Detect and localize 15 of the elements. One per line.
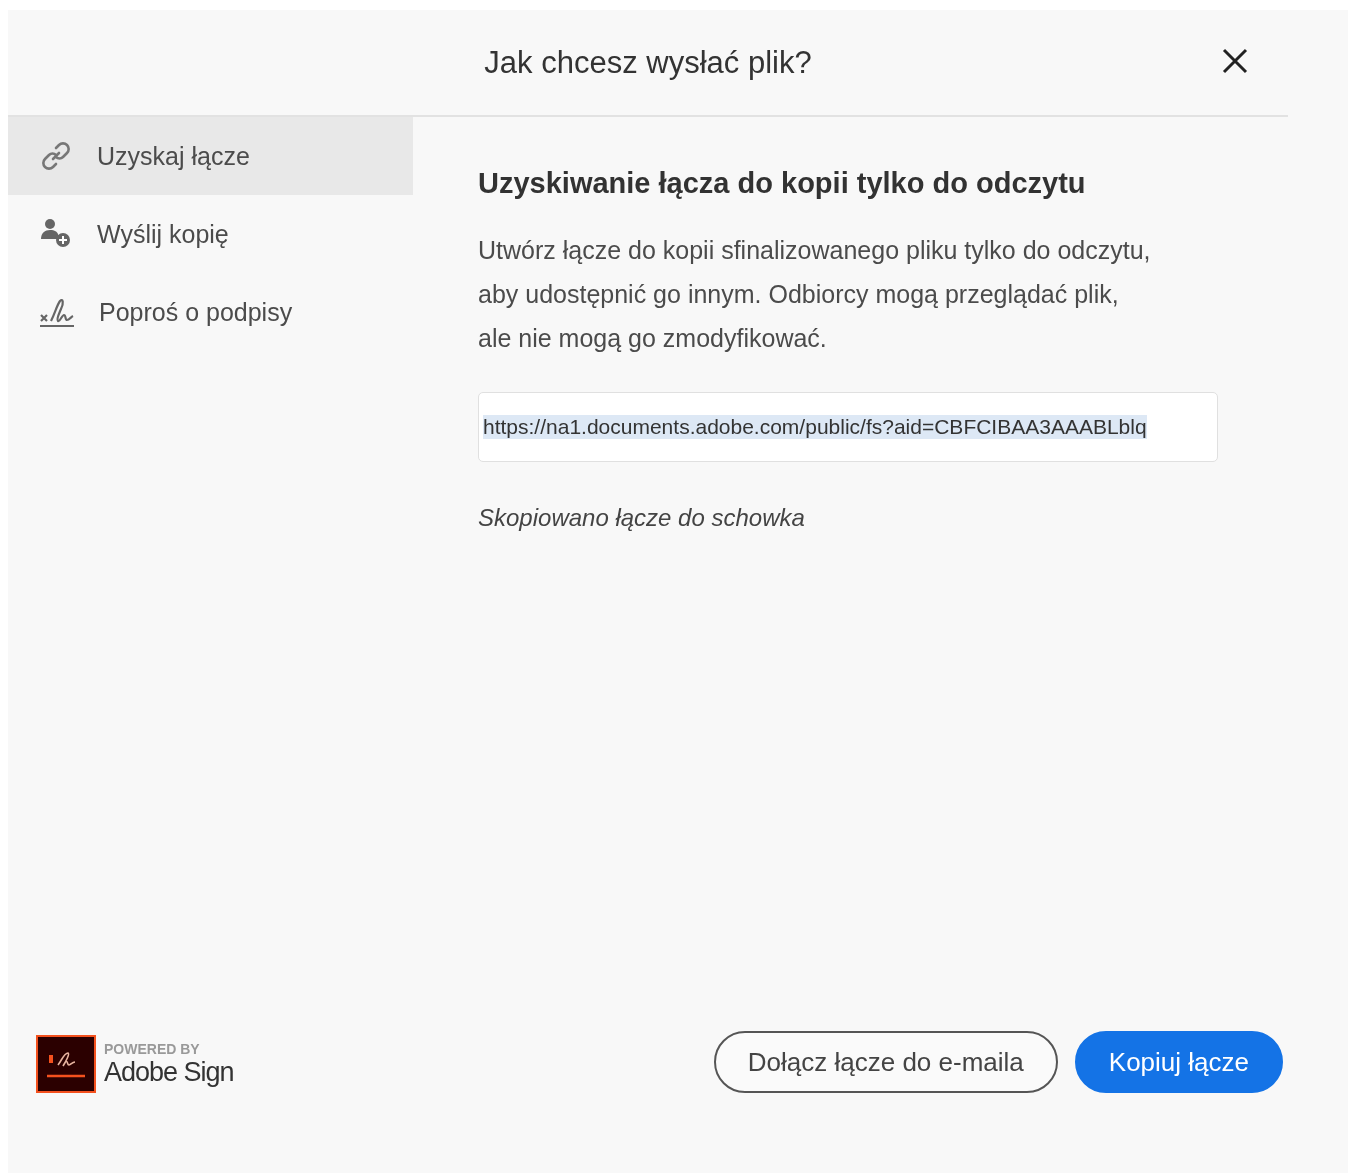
sidebar-item[interactable]: Poproś o podpisy [8, 273, 413, 351]
link-field[interactable]: https://na1.documents.adobe.com/public/fs?aid=CBFCIBAA3AAABLblq [478, 392, 1218, 462]
sidebar-item[interactable]: Uzyskaj łącze [8, 117, 413, 195]
copy-link-button[interactable]: Kopiuj łącze [1074, 1031, 1283, 1093]
section-heading: Uzyskiwanie łącza do kopii tylko do odczytu [478, 167, 1086, 200]
description-text: Utwórz łącze do kopii sfinalizowanego pliku tylko do odczytu, aby udostępnić go innym. Odbiorcy mogą przeglądać plik, ale nie mogą go zmodyfikować. [478, 235, 1152, 354]
status-message: Skopiowano łącze do schowka [478, 504, 805, 532]
dialog-title: Jak chcesz wysłać plik? [484, 44, 812, 81]
attach-link-button[interactable]: Dołącz łącze do e-maila [713, 1031, 1058, 1093]
powered-by-caption: POWERED BY [104, 1040, 201, 1057]
close-icon[interactable] [1222, 48, 1248, 74]
adobe-sign-logo-icon [36, 1035, 96, 1093]
link-icon [39, 139, 73, 173]
sidebar-item[interactable]: Wyślij kopię [8, 195, 413, 273]
product-name: Adobe Sign [104, 1056, 234, 1088]
